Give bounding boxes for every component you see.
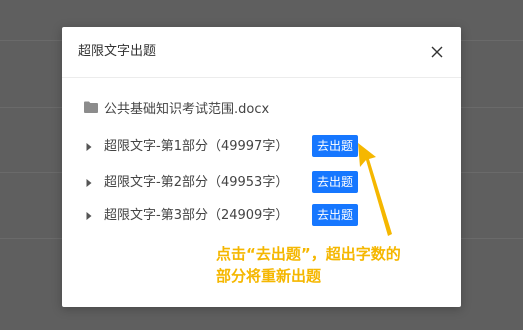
part-label: 超限文字-第2部分（49953字） [104, 175, 289, 190]
annotation-line: 点击“去出题”，超出字数的 [216, 245, 401, 263]
expand-caret-icon[interactable] [86, 211, 92, 221]
part-label: 超限文字-第3部分（24909字） [104, 208, 289, 223]
annotation-line: 部分将重新出题 [216, 267, 322, 285]
part-label: 超限文字-第1部分（49997字） [104, 139, 289, 154]
part-item: 超限文字-第1部分（49997字） 去出题 [86, 135, 366, 159]
generate-questions-button[interactable]: 去出题 [312, 135, 358, 157]
dialog-header: 超限文字出题 [62, 27, 461, 78]
part-item: 超限文字-第3部分（24909字） 去出题 [86, 204, 366, 228]
close-button[interactable] [427, 42, 447, 62]
expand-caret-icon[interactable] [86, 142, 92, 152]
file-name: 公共基础知识考试范围.docx [104, 101, 270, 117]
expand-caret-icon[interactable] [86, 178, 92, 188]
dialog-title: 超限文字出题 [78, 44, 157, 59]
generate-questions-button[interactable]: 去出题 [312, 204, 358, 226]
annotation-text: 点击“去出题”，超出字数的 部分将重新出题 [216, 243, 446, 287]
folder-icon [84, 101, 98, 113]
file-item: 公共基础知识考试范围.docx [84, 97, 269, 117]
close-icon [431, 46, 443, 58]
generate-questions-button[interactable]: 去出题 [312, 171, 358, 193]
part-item: 超限文字-第2部分（49953字） 去出题 [86, 171, 366, 195]
